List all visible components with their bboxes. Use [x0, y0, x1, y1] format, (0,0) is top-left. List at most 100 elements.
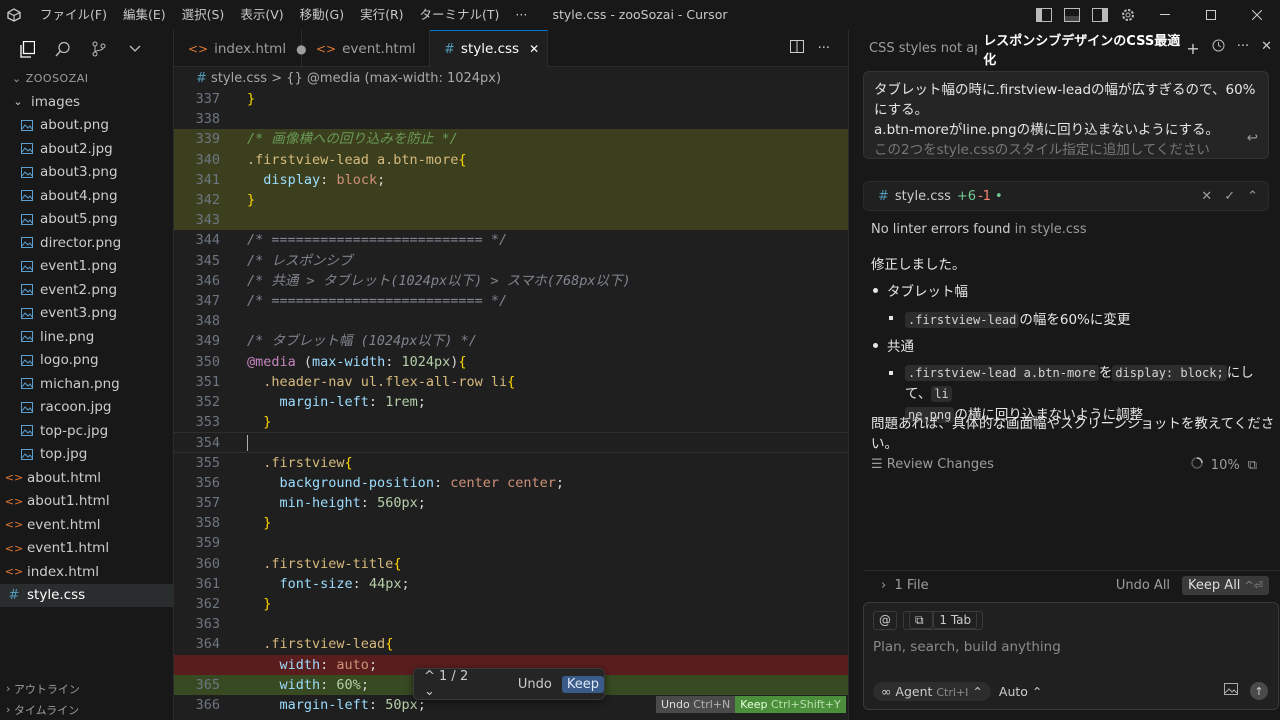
- code-line[interactable]: 350 @media (max-width: 1024px){: [174, 352, 848, 372]
- keep-change-button[interactable]: Keep: [561, 675, 604, 693]
- code-line[interactable]: 356 background-position: center center;: [174, 473, 848, 493]
- source-control-icon[interactable]: [88, 38, 110, 60]
- chevron-down-icon[interactable]: [124, 38, 146, 60]
- menu-selection[interactable]: 選択(S): [174, 0, 233, 30]
- close-panel-icon[interactable]: ✕: [1261, 39, 1272, 58]
- code-line[interactable]: 359: [174, 533, 848, 553]
- maximize-icon[interactable]: [1188, 0, 1234, 30]
- close-window-icon[interactable]: [1234, 0, 1280, 30]
- folder-images[interactable]: ⌄ images: [0, 90, 173, 114]
- code-line[interactable]: 347 /* ========================== */: [174, 291, 848, 311]
- breadcrumb-file[interactable]: style.css: [211, 71, 267, 86]
- code-line[interactable]: 342}: [174, 190, 848, 211]
- file-row[interactable]: <> event.html: [0, 513, 173, 537]
- history-icon[interactable]: [1212, 39, 1225, 58]
- file-row[interactable]: about4.png: [0, 184, 173, 208]
- code-line[interactable]: 361 font-size: 44px;: [174, 574, 848, 594]
- code-line[interactable]: 346 /* 共通 > タブレット(1024px以下) > スマホ(768px以下…: [174, 271, 848, 291]
- file-row[interactable]: logo.png: [0, 349, 173, 373]
- code-line[interactable]: 362 }: [174, 594, 848, 614]
- send-arrow-icon[interactable]: ↑: [1250, 682, 1268, 700]
- new-chat-icon[interactable]: +: [1186, 39, 1199, 58]
- code-line[interactable]: 360 .firstview-title{: [174, 554, 848, 574]
- code-line[interactable]: 363: [174, 614, 848, 634]
- minimize-icon[interactable]: [1142, 0, 1188, 30]
- file-row[interactable]: top.jpg: [0, 443, 173, 467]
- code-line[interactable]: 351 .header-nav ul.flex-all-row li{: [174, 372, 848, 392]
- code-line[interactable]: 343: [174, 210, 848, 231]
- file-row[interactable]: michan.png: [0, 372, 173, 396]
- code-line[interactable]: 348: [174, 311, 848, 331]
- user-message[interactable]: タブレット幅の時に.firstview-leadの幅が広すぎるので、60%にする…: [863, 71, 1269, 159]
- chat-input-box[interactable]: @ ⧉ 1 Tab Plan, search, build anything ∞…: [863, 602, 1279, 710]
- code-line[interactable]: 349 /* タブレット幅 (1024px以下) */: [174, 331, 848, 351]
- code-line[interactable]: 344 /* ========================== */: [174, 230, 848, 250]
- code-line[interactable]: 341 display: block;: [174, 169, 848, 190]
- undo-hint-button[interactable]: Undo Ctrl+N: [656, 696, 736, 713]
- menu-view[interactable]: 表示(V): [232, 0, 291, 30]
- chat-tab-responsive[interactable]: レスポンシブデザインのCSS最適化: [977, 30, 1186, 68]
- diff-navigation[interactable]: ^ 1 / 2 ⌄: [424, 669, 470, 699]
- file-row[interactable]: about.png: [0, 114, 173, 138]
- close-tab-icon[interactable]: ✕: [529, 42, 539, 56]
- toggle-primary-sidebar-icon[interactable]: [1030, 0, 1058, 30]
- file-row[interactable]: about2.jpg: [0, 137, 173, 161]
- code-line[interactable]: 364 .firstview-lead{: [174, 634, 848, 654]
- file-row[interactable]: <> about1.html: [0, 490, 173, 514]
- more-actions-icon[interactable]: ···: [818, 41, 830, 56]
- code-line[interactable]: 358 }: [174, 513, 848, 533]
- tab-style-css[interactable]: # style.css ✕: [430, 30, 548, 67]
- menu-go[interactable]: 移動(G): [292, 0, 352, 30]
- menu-terminal[interactable]: ターミナル(T): [412, 0, 508, 30]
- code-line[interactable]: 352 margin-left: 1rem;: [174, 392, 848, 412]
- undo-change-button[interactable]: Undo: [518, 677, 552, 692]
- more-actions-icon[interactable]: ···: [1237, 39, 1249, 58]
- image-attach-icon[interactable]: [1224, 683, 1238, 699]
- outline-section[interactable]: › アウトライン: [0, 678, 173, 699]
- file-row-selected[interactable]: # style.css: [0, 583, 173, 607]
- explorer-project-header[interactable]: ⌄ ZOOSOZAI: [0, 68, 173, 90]
- file-row[interactable]: director.png: [0, 231, 173, 255]
- file-row[interactable]: event3.png: [0, 302, 173, 326]
- undo-all-button[interactable]: Undo All: [1116, 578, 1170, 593]
- code-line[interactable]: 338: [174, 109, 848, 129]
- code-line[interactable]: 357 min-height: 560px;: [174, 493, 848, 513]
- tab-event-html[interactable]: <> event.html: [302, 30, 430, 67]
- timeline-section[interactable]: › タイムライン: [0, 699, 173, 720]
- code-editor[interactable]: 337} 338 339 /* 画像横への回り込みを防止 */ 340 .firstvie…: [174, 91, 848, 720]
- file-row[interactable]: <> about.html: [0, 466, 173, 490]
- restore-checkpoint-icon[interactable]: ↩: [1247, 128, 1258, 148]
- chat-tab-css-styles[interactable]: CSS styles not apply: [849, 41, 977, 56]
- file-row[interactable]: event2.png: [0, 278, 173, 302]
- explorer-files-icon[interactable]: [16, 38, 38, 60]
- code-line[interactable]: 337}: [174, 91, 848, 109]
- file-row[interactable]: racoon.jpg: [0, 396, 173, 420]
- code-line[interactable]: 339 /* 画像横への回り込みを防止 */: [174, 129, 848, 150]
- model-selector[interactable]: Auto ⌃: [999, 684, 1043, 699]
- review-changes-button[interactable]: ☰ Review Changes: [871, 457, 994, 473]
- chat-input-placeholder[interactable]: Plan, search, build anything: [873, 639, 1061, 655]
- file-row[interactable]: <> event1.html: [0, 537, 173, 561]
- code-line[interactable]: 354: [174, 432, 848, 453]
- keep-hint-button[interactable]: Keep Ctrl+Shift+Y: [735, 696, 846, 713]
- files-toggle[interactable]: › 1 File: [881, 578, 929, 593]
- add-context-button[interactable]: @: [873, 611, 897, 630]
- toggle-panel-icon[interactable]: [1058, 0, 1086, 30]
- file-row[interactable]: about5.png: [0, 208, 173, 232]
- tab-index-html[interactable]: <> index.html ●: [174, 30, 307, 67]
- accept-file-icon[interactable]: ✓: [1224, 189, 1235, 204]
- split-editor-icon[interactable]: [789, 39, 804, 57]
- search-icon[interactable]: [52, 38, 74, 60]
- menu-edit[interactable]: 編集(E): [115, 0, 174, 30]
- file-row[interactable]: <> index.html: [0, 560, 173, 584]
- changed-file-card[interactable]: # style.css +6 -1 • ✕ ✓ ⌃: [863, 181, 1269, 211]
- expand-file-icon[interactable]: ⌃: [1247, 189, 1258, 204]
- menu-more[interactable]: ···: [507, 0, 535, 30]
- file-row[interactable]: about3.png: [0, 161, 173, 185]
- menu-file[interactable]: ファイル(F): [32, 0, 115, 30]
- agent-mode-selector[interactable]: ∞ Agent Ctrl+I ⌃: [873, 682, 991, 701]
- breadcrumb-symbol[interactable]: {} @media (max-width: 1024px): [286, 71, 501, 86]
- keep-all-button[interactable]: Keep All ^⏎: [1182, 576, 1269, 595]
- code-line[interactable]: 345 /* レスポンシブ: [174, 251, 848, 271]
- reject-file-icon[interactable]: ✕: [1201, 189, 1212, 204]
